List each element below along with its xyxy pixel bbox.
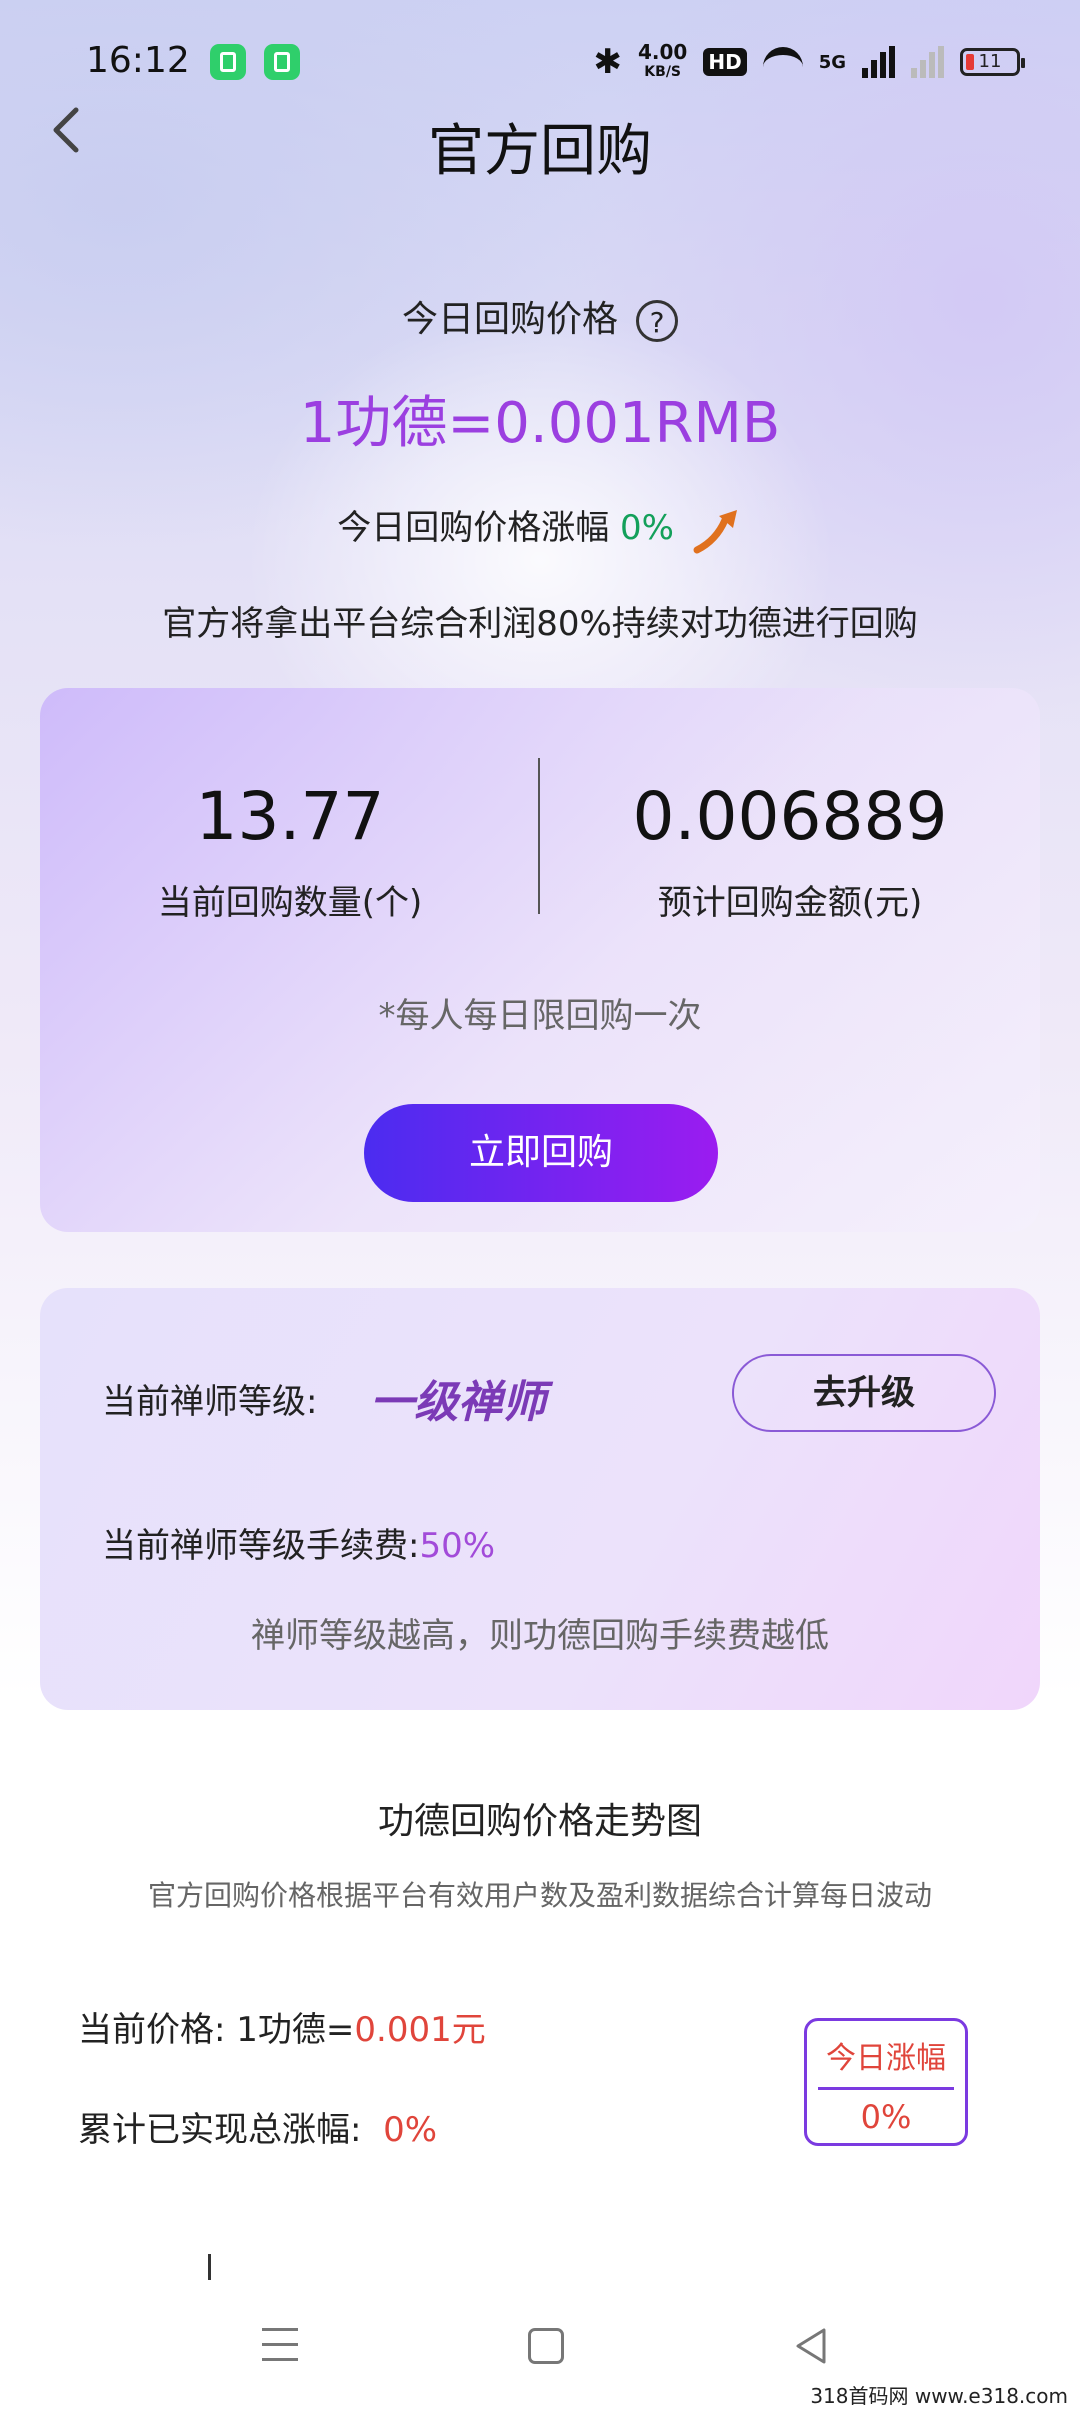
price-rate: 1功德=0.001RMB (299, 391, 781, 456)
amount-stat: 0.006889 预计回购金额(元) (540, 778, 1040, 924)
level-card: 当前禅师等级: 一级禅师 去升级 当前禅师等级手续费:50% 禅师等级越高，则功… (40, 1288, 1040, 1710)
current-price-label: 当前价格: 1功德= (78, 2010, 355, 2050)
status-indicators: ✱ 4.00 KB/S HD 5G 11 (593, 38, 1025, 86)
total-rise-label: 累计已实现总涨幅: (78, 2110, 362, 2150)
network-type: 5G (818, 51, 846, 73)
today-rise-divider (818, 2087, 954, 2090)
price-label-row: 今日回购价格? (0, 290, 1080, 342)
price-change-value: 0% (620, 508, 674, 548)
fee-value: 50% (419, 1526, 496, 1566)
limit-note: *每人每日限回购一次 (378, 996, 702, 1036)
signal-secondary-icon (911, 46, 944, 78)
level-label: 当前禅师等级: (102, 1382, 318, 1422)
total-rise-row: 累计已实现总涨幅: 0% (78, 2102, 437, 2151)
bluetooth-icon: ✱ (593, 42, 622, 82)
fee-row: 当前禅师等级手续费:50% (102, 1518, 495, 1567)
trend-subtitle: 官方回购价格根据平台有效用户数及盈利数据综合计算每日波动 (147, 1879, 932, 1912)
recent-apps-icon[interactable] (262, 2328, 298, 2362)
quantity-label: 当前回购数量(个) (157, 883, 423, 923)
amount-label: 预计回购金额(元) (657, 883, 923, 923)
trend-up-arrow-icon (693, 509, 737, 553)
signal-icon (862, 46, 895, 78)
system-back-icon[interactable] (788, 2322, 836, 2370)
upgrade-button[interactable]: 去升级 (732, 1354, 996, 1432)
fee-note: 禅师等级越高，则功德回购手续费越低 (251, 1616, 829, 1656)
buyback-card: 13.77 当前回购数量(个) 0.006889 预计回购金额(元) *每人每日… (40, 688, 1040, 1232)
price-change-row: 今日回购价格涨幅 0% (0, 500, 1080, 556)
today-rise-label: 今日涨幅 (826, 2041, 946, 2076)
price-label: 今日回购价格 (401, 299, 618, 340)
total-rise-value: 0% (383, 2110, 438, 2150)
network-speed-unit: KB/S (644, 64, 682, 80)
level-value: 一级禅师 (370, 1377, 546, 1428)
status-time: 16:12 (86, 40, 190, 81)
home-icon[interactable] (528, 2328, 564, 2364)
today-rise-value: 0% (860, 2098, 912, 2136)
network-speed: 4.00 KB/S (638, 42, 687, 82)
quantity-stat: 13.77 当前回购数量(个) (40, 778, 540, 924)
today-rise-badge: 今日涨幅 0% (804, 2018, 968, 2146)
text-cursor (208, 2254, 211, 2280)
battery-level: 11 (978, 51, 1002, 72)
network-speed-value: 4.00 (637, 40, 688, 64)
quantity-value: 13.77 (195, 778, 385, 855)
price-change-label: 今日回购价格涨幅 (337, 508, 610, 548)
status-bar: 16:12 ✱ 4.00 KB/S HD 5G 11 (0, 30, 1080, 94)
buyback-description: 官方将拿出平台综合利润80%持续对功德进行回购 (162, 604, 918, 644)
current-price-value: 0.001元 (354, 2010, 486, 2050)
buy-now-button[interactable]: 立即回购 (364, 1104, 718, 1202)
messages-app-icon (264, 44, 300, 80)
amount-value: 0.006889 (632, 778, 948, 855)
battery-saver-app-icon (210, 44, 246, 80)
battery-icon: 11 (960, 48, 1025, 76)
fee-label: 当前禅师等级手续费: (102, 1526, 420, 1566)
page-title: 官方回购 (428, 119, 652, 184)
help-icon[interactable]: ? (636, 300, 678, 342)
hd-icon: HD (703, 48, 747, 76)
watermark: 318首码网 www.e318.com (810, 2384, 1068, 2408)
trend-title: 功德回购价格走势图 (377, 1801, 702, 1842)
current-price-row: 当前价格: 1功德=0.001元 (78, 2002, 486, 2051)
wifi-icon (762, 47, 803, 77)
